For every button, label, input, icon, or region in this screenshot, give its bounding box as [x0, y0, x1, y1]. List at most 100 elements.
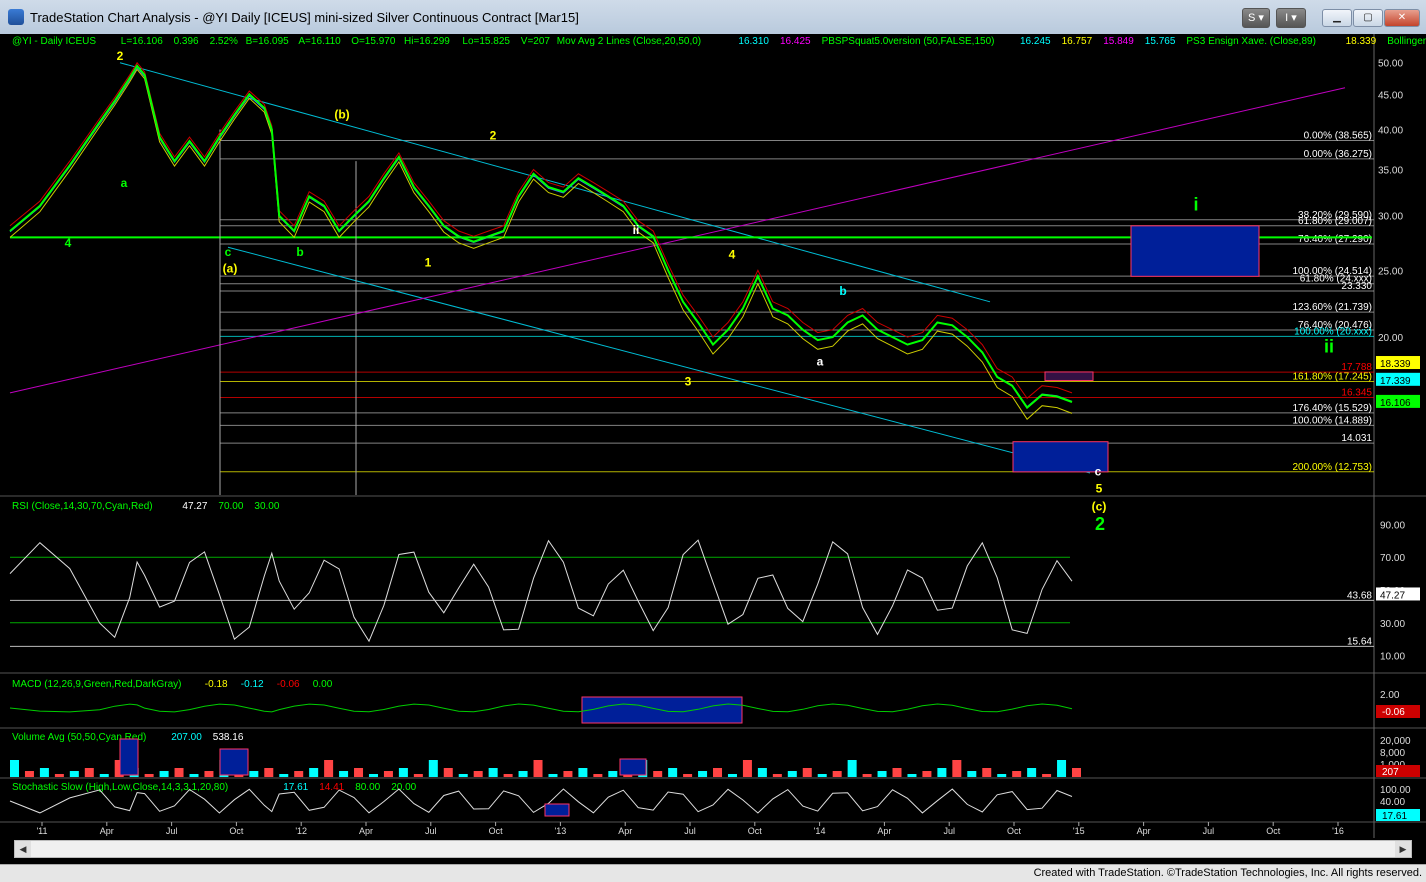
x-tick-label: Apr [877, 826, 891, 836]
price-header-item: 16.757 [1062, 36, 1093, 47]
volume-bar [458, 774, 468, 777]
volume-bar [204, 771, 214, 777]
rsi-tick-label: 90.00 [1380, 520, 1405, 531]
volume-bar [772, 774, 782, 777]
x-tick-label: Jul [1203, 826, 1215, 836]
close-icon[interactable]: ✕ [1384, 9, 1420, 27]
volume-bar [144, 774, 154, 777]
volume-highlight-box [219, 748, 249, 776]
price-header-item: 16.310 [738, 36, 769, 47]
stoch-tick-label: 100.00 [1380, 785, 1411, 796]
rsi-tick-label: 10.00 [1380, 652, 1405, 663]
volume-bar [174, 768, 184, 777]
volume-bar [249, 771, 259, 777]
price-header-item: O=15.970 [351, 36, 396, 47]
wave-label: b [296, 245, 303, 259]
volume-bar [892, 768, 902, 777]
volume-bar [862, 774, 872, 777]
fib-level-label: 0.00% (36.275) [1304, 149, 1372, 160]
volume-bar [1057, 760, 1067, 777]
wave-label: c [1095, 464, 1102, 478]
volume-bar [99, 774, 109, 777]
y-tick-label: 35.00 [1378, 166, 1403, 177]
volume-bar [578, 768, 588, 777]
volume-bar [24, 771, 34, 777]
horizontal-scrollbar[interactable]: ◀ ▶ [14, 840, 1412, 858]
volume-tick-label: 8,000 [1380, 748, 1405, 759]
wave-label: a [121, 176, 128, 190]
chart-area[interactable]: '11 Apr Jul Oct '12 Apr Jul Oct '13 Apr Jul Oct '14 A… [0, 34, 1426, 840]
x-tick-label: Apr [359, 826, 373, 836]
x-tick-label: '14 [814, 826, 826, 836]
volume-bar [548, 774, 558, 777]
volume-bar [757, 768, 767, 777]
volume-bar [1012, 771, 1022, 777]
volume-bar [428, 760, 438, 777]
fib-level-label: 161.80% (17.245) [1292, 371, 1372, 382]
macd-header-item: 0.00 [313, 679, 333, 690]
volume-bar [727, 774, 737, 777]
macd-header-item: -0.18 [205, 679, 228, 690]
rsi-header-item: 47.27 [182, 501, 207, 512]
wave-label: b [839, 284, 846, 298]
wave-label: i [1193, 195, 1198, 215]
fib-level-label: 100.00% (14.889) [1292, 415, 1372, 426]
volume-bar [1072, 768, 1081, 777]
fib-level-label: 0.00% (38.565) [1304, 130, 1372, 141]
x-tick-label: Jul [943, 826, 955, 836]
volume-bar [1027, 768, 1037, 777]
macd-header-item: -0.12 [241, 679, 264, 690]
i-menu-button[interactable]: I ▾ [1276, 8, 1306, 28]
fib-level-label: 176.40% (15.529) [1292, 403, 1372, 414]
x-tick-label: Jul [684, 826, 696, 836]
wave-label: 2 [490, 128, 497, 142]
wave-label: 4 [729, 248, 736, 262]
volume-bar [1042, 774, 1052, 777]
macd-tick-label: 2.00 [1380, 690, 1400, 701]
wave-label: 4 [65, 236, 72, 250]
scroll-left-icon[interactable]: ◀ [15, 841, 31, 857]
volume-bar [189, 774, 199, 777]
target-box-i [1130, 225, 1260, 277]
fib-level-label: 76.40% (27.290) [1298, 234, 1372, 245]
scroll-right-icon[interactable]: ▶ [1395, 841, 1411, 857]
rsi-header-item: RSI (Close,14,30,70,Cyan,Red) [12, 501, 153, 512]
price-axis-badge-label: 17.339 [1380, 376, 1411, 387]
x-tick-label: Apr [618, 826, 632, 836]
volume-bar [563, 771, 573, 777]
x-tick-label: Oct [489, 826, 504, 836]
price-header-item: Mov Avg 2 Lines (Close,20,50,0) [557, 36, 701, 47]
price-header-item: Lo=15.825 [462, 36, 510, 47]
stoch-tick-label: 40.00 [1380, 797, 1405, 808]
volume-bar [354, 768, 364, 777]
maximize-icon[interactable]: ▢ [1353, 9, 1383, 27]
minimize-icon[interactable]: ▁ [1322, 9, 1352, 27]
rsi-tick-label: 30.00 [1380, 619, 1405, 630]
fib-level-label: 61.80% (29.007) [1298, 216, 1372, 227]
volume-bar [339, 771, 349, 777]
volume-bar [698, 771, 708, 777]
volume-bar [159, 771, 169, 777]
rsi-current-value: 47.27 [1380, 590, 1405, 601]
volume-bar [294, 771, 304, 777]
price-header-item: 18.339 [1346, 36, 1377, 47]
price-header-item: B=16.095 [246, 36, 290, 47]
volume-bar [54, 774, 64, 777]
volume-bar [473, 771, 483, 777]
macd-header-item: -0.06 [277, 679, 300, 690]
volume-bar [847, 760, 857, 777]
y-tick-label: 40.00 [1378, 126, 1403, 137]
volume-bar [832, 771, 842, 777]
x-tick-label: Oct [229, 826, 244, 836]
price-header-item: L=16.106 [121, 36, 163, 47]
volume-bar [668, 768, 678, 777]
volume-bar [488, 768, 498, 777]
volume-bar [443, 768, 453, 777]
x-tick-label: Jul [166, 826, 178, 836]
volume-bar [39, 768, 49, 777]
wave-label: 1 [425, 256, 432, 270]
volume-bar [503, 774, 513, 777]
s-menu-button[interactable]: S ▾ [1242, 8, 1270, 28]
stoch-header-item: Stochastic Slow (High,Low,Close,14,3,3,1… [12, 782, 228, 793]
volume-highlight-box [119, 738, 139, 776]
